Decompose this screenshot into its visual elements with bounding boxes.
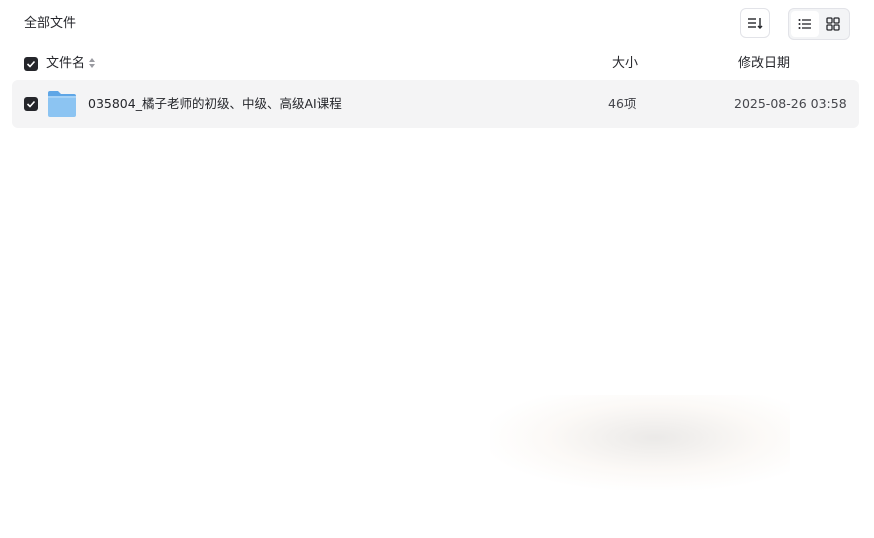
background-glow [490,395,790,490]
view-mode-toggle [788,8,850,40]
checkmark-icon [26,100,36,108]
grid-icon [826,17,840,31]
file-modified-date: 2025-08-26 03:58 [734,96,847,111]
file-browser: 全部文件 文件名 大小 修改日期 035804_橘子老师的初级、中级、高级AI课… [0,0,874,538]
grid-view-button[interactable] [819,11,847,37]
column-header-size[interactable]: 大小 [612,55,638,73]
column-header-name[interactable]: 文件名 [46,55,85,73]
sort-lines-icon [748,18,763,29]
file-size: 46项 [608,96,637,111]
sort-button[interactable] [740,8,770,38]
folder-icon [48,91,76,117]
table-header: 文件名 大小 修改日期 [12,52,859,76]
table-row[interactable]: 035804_橘子老师的初级、中级、高级AI课程 46项 2025-08-26 … [12,80,859,128]
list-icon [798,19,811,29]
row-checkbox[interactable] [24,97,38,111]
select-all-checkbox[interactable] [24,57,38,71]
list-view-button[interactable] [791,11,819,37]
checkmark-icon [26,60,36,68]
file-name[interactable]: 035804_橘子老师的初级、中级、高级AI课程 [88,95,342,113]
sort-arrows-icon[interactable] [88,57,96,69]
column-header-modified[interactable]: 修改日期 [738,55,790,73]
breadcrumb[interactable]: 全部文件 [24,14,76,34]
